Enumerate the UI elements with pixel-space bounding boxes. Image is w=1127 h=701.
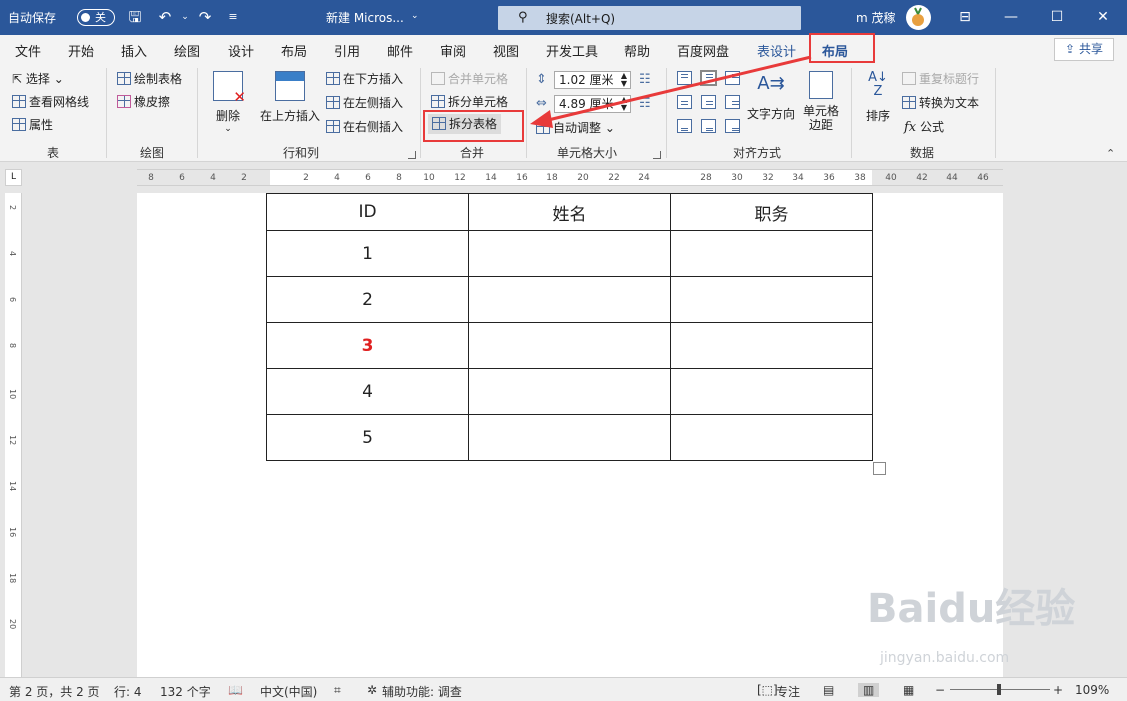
read-mode-icon[interactable]: ▤ — [823, 683, 834, 697]
ruler-tick-label: 46 — [977, 173, 989, 183]
focus-icon[interactable]: [⬚] — [757, 683, 778, 697]
table-cell-highlighted[interactable]: 3 — [266, 322, 469, 369]
ruler-tick-label: 10 — [8, 389, 17, 400]
ruler-tick-label: 8 — [396, 173, 402, 183]
ruler-tick-label: 6 — [179, 173, 185, 183]
table-resize-handle[interactable] — [873, 462, 886, 475]
zoom-slider-thumb[interactable] — [997, 684, 1001, 695]
table-cell[interactable]: 4 — [266, 368, 469, 415]
focus-label[interactable]: 专注 — [776, 683, 800, 700]
table-cell[interactable] — [468, 322, 671, 369]
table-cell[interactable] — [468, 414, 671, 461]
table-row: 3 — [266, 322, 873, 369]
ruler-tick-label: 36 — [823, 173, 835, 183]
page-count[interactable]: 第 2 页，共 2 页 — [9, 683, 100, 700]
ruler-tick-label: 20 — [577, 173, 589, 183]
ruler-tick-label: 14 — [8, 481, 17, 492]
document-table[interactable]: ID 姓名 职务 1 2 3 4 5 — [266, 193, 873, 461]
table-cell[interactable]: 姓名 — [468, 193, 671, 231]
horizontal-ruler[interactable]: 8 6 4 2 2 4 6 8 10 12 14 16 18 20 22 24 28 30 32 34 36 38 40 42… — [137, 169, 1003, 186]
print-layout-icon[interactable]: ▥ — [858, 683, 880, 697]
ruler-tick-label: 16 — [8, 527, 17, 538]
ruler-tick-label: 2 — [303, 173, 309, 183]
ruler-tick-label: 8 — [148, 173, 154, 183]
zoom-out-icon[interactable]: − — [935, 683, 945, 697]
ruler-tick-label: 12 — [8, 435, 17, 446]
table-header-row: ID 姓名 职务 — [266, 193, 873, 231]
accessibility-icon[interactable]: ✲ — [367, 683, 377, 697]
macro-icon[interactable]: ⌗ — [334, 683, 341, 698]
table-cell[interactable] — [670, 230, 873, 277]
table-row: 1 — [266, 230, 873, 277]
table-cell[interactable] — [468, 276, 671, 323]
ruler-tick-label: 4 — [334, 173, 340, 183]
ruler-tick-label: 16 — [516, 173, 528, 183]
web-layout-icon[interactable]: ▦ — [903, 683, 914, 697]
ruler-tick-label: 32 — [762, 173, 774, 183]
ruler-tick-label: 42 — [916, 173, 928, 183]
table-cell[interactable] — [670, 276, 873, 323]
ruler-tick-label: 44 — [946, 173, 958, 183]
ruler-tick-label: 14 — [485, 173, 497, 183]
language[interactable]: 中文(中国) — [260, 683, 317, 700]
zoom-level[interactable]: 109% — [1075, 683, 1109, 697]
table-cell[interactable]: 1 — [266, 230, 469, 277]
watermark-logo: Baidu经验 — [867, 586, 1076, 632]
ruler-tick-label: 8 — [8, 343, 17, 349]
ruler-tick-label: 34 — [792, 173, 804, 183]
vertical-ruler[interactable]: 2 4 6 8 10 12 14 16 18 20 — [5, 193, 22, 677]
ruler-tick-label: 10 — [423, 173, 435, 183]
table-cell[interactable]: 职务 — [670, 193, 873, 231]
ruler-tick-label: 28 — [700, 173, 712, 183]
table-row: 5 — [266, 414, 873, 461]
accessibility-status[interactable]: 辅助功能: 调查 — [382, 683, 462, 700]
ruler-tick-label: 2 — [241, 173, 247, 183]
arrow-head — [530, 110, 553, 128]
ruler-left-margin — [137, 170, 270, 185]
ruler-tick-label: 4 — [8, 251, 17, 257]
ruler-tick-label: 20 — [8, 619, 17, 630]
ruler-tick-label: 18 — [8, 573, 17, 584]
ruler-tick-label: 38 — [854, 173, 866, 183]
ruler-tick-label: 12 — [454, 173, 466, 183]
ruler-tick-label: 4 — [210, 173, 216, 183]
table-cell[interactable] — [670, 368, 873, 415]
arrow-line — [543, 55, 812, 123]
table-cell[interactable] — [670, 322, 873, 369]
ruler-tick-label: 40 — [885, 173, 897, 183]
ruler-tick-label: 22 — [608, 173, 620, 183]
table-row: 2 — [266, 276, 873, 323]
table-cell[interactable] — [670, 414, 873, 461]
ruler-tick-label: 24 — [638, 173, 650, 183]
table-cell[interactable]: 2 — [266, 276, 469, 323]
ruler-tick-label: 18 — [546, 173, 558, 183]
proofing-icon[interactable]: 📖 — [228, 683, 243, 697]
ruler-tick-label: 6 — [365, 173, 371, 183]
zoom-in-icon[interactable]: + — [1053, 683, 1063, 697]
tab-selector[interactable]: L — [5, 169, 22, 186]
line-number[interactable]: 行: 4 — [114, 683, 142, 700]
ruler-tick-label: 30 — [731, 173, 743, 183]
ruler-tick-label: 6 — [8, 297, 17, 303]
watermark-url: jingyan.baidu.com — [880, 650, 1010, 666]
table-cell[interactable] — [468, 368, 671, 415]
table-cell[interactable]: 5 — [266, 414, 469, 461]
table-row: 4 — [266, 368, 873, 415]
table-cell[interactable] — [468, 230, 671, 277]
ruler-tick-label: 2 — [8, 205, 17, 211]
word-count[interactable]: 132 个字 — [160, 683, 211, 700]
table-cell[interactable]: ID — [266, 193, 469, 231]
